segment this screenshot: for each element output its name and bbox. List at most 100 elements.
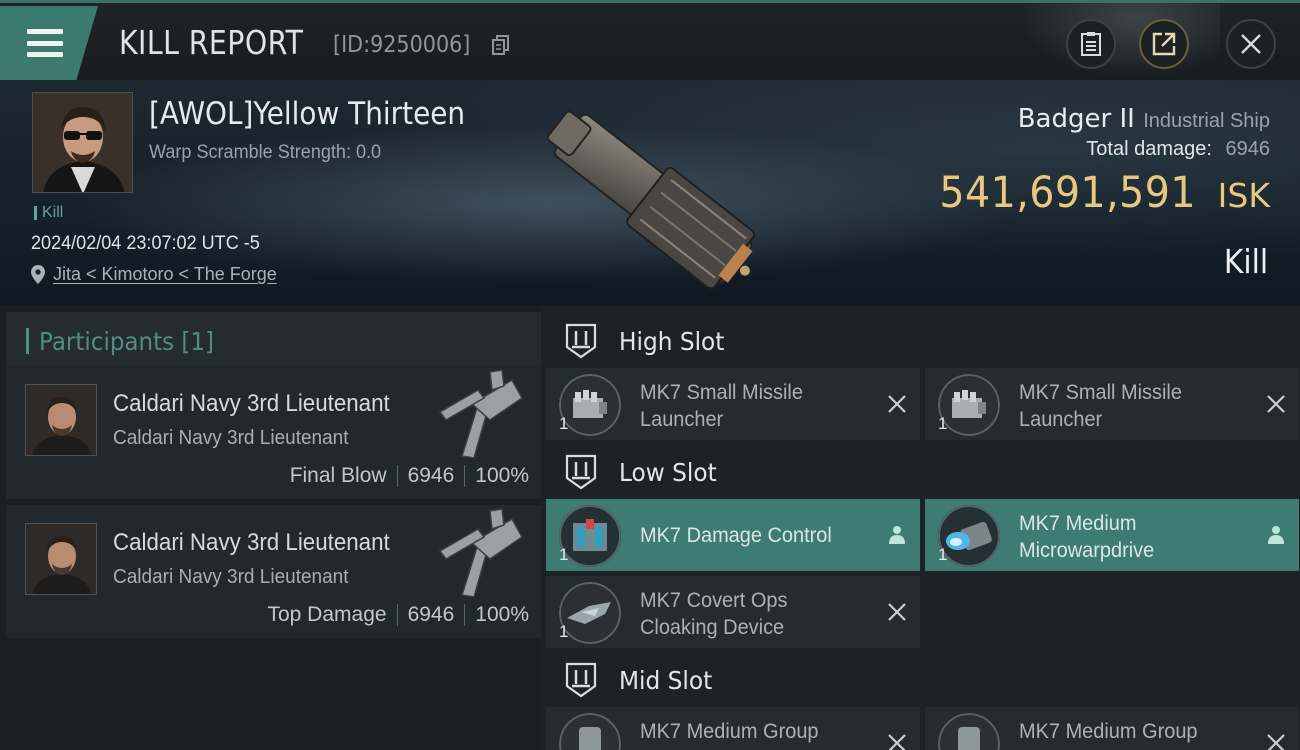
module-quantity: 1 [938, 414, 948, 433]
module-quantity: 1 [559, 414, 569, 433]
isk-unit: ISK [1217, 176, 1270, 215]
participant-damage: 6946 [407, 603, 455, 626]
participant-corp: Caldari Navy 3rd Lieutenant [113, 427, 349, 449]
participants-panel: Participants [1] Caldari Navy 3rd Lieute… [0, 306, 541, 750]
module-name: MK7 Medium Microwarpdrive [1019, 512, 1155, 562]
ship-render-icon [546, 110, 756, 290]
destroyed-icon [888, 603, 906, 621]
kill-location[interactable]: Jita < Kimotoro < The Forge [31, 264, 277, 285]
module-quantity: 1 [559, 545, 569, 564]
total-damage-label: Total damage: [1086, 138, 1212, 160]
destroyed-icon [1267, 734, 1285, 750]
participant-card[interactable]: Caldari Navy 3rd Lieutenant Caldari Navy… [6, 366, 541, 499]
share-button[interactable] [1139, 19, 1189, 69]
participant-role: Top Damage [267, 603, 387, 626]
kill-summary: [AWOL]Yellow Thirteen Warp Scramble Stre… [0, 80, 1300, 306]
clipboard-button[interactable] [1066, 19, 1116, 69]
participant-name: Caldari Navy 3rd Lieutenant [113, 390, 390, 417]
participant-stats: Top Damage 6946 100% [267, 603, 529, 627]
high-slot-title: High Slot [619, 326, 725, 356]
module-tile[interactable]: 1 MK7 Medium Microwarpdrive [925, 499, 1299, 571]
stat-divider [464, 465, 466, 487]
dropped-person-icon [889, 526, 905, 544]
total-damage: Total damage: 6946 [1086, 138, 1270, 161]
tag-accent [34, 206, 37, 220]
top-bar: KILL REPORT [ID:9250006] [0, 0, 1300, 83]
victim-avatar[interactable] [32, 92, 133, 193]
mid-slot-icon [565, 662, 597, 698]
stat-divider [396, 465, 398, 487]
module-quantity: 1 [559, 622, 569, 641]
warp-scramble-strength: Warp Scramble Strength: 0.0 [149, 142, 382, 163]
share-icon [1152, 32, 1176, 56]
kill-type-tag: Kill [34, 204, 63, 222]
participant-avatar[interactable] [25, 384, 97, 456]
kill-datetime: 2024/02/04 23:07:02 UTC -5 [31, 233, 260, 254]
close-icon [1241, 34, 1261, 54]
destroyed-icon [888, 734, 906, 750]
isk-amount: 541,691,591 [938, 168, 1196, 218]
hamburger-icon [27, 29, 63, 57]
stat-divider [464, 604, 466, 626]
participant-portrait-icon [26, 524, 96, 594]
participant-role: Final Blow [289, 464, 387, 487]
participant-ship-icon [438, 508, 523, 597]
ship-info: Badger II Industrial Ship [1018, 104, 1270, 134]
high-slot-header: High Slot [546, 310, 1300, 372]
header-accent [26, 328, 29, 354]
participant-percent: 100% [475, 464, 529, 487]
close-button[interactable] [1226, 19, 1276, 69]
participant-ship-icon [438, 369, 523, 458]
module-tile[interactable]: 1 MK7 Small Missile Launcher [925, 368, 1299, 440]
low-slot-title: Low Slot [619, 457, 717, 487]
location-pin-icon [31, 265, 45, 284]
module-tile[interactable]: 1 MK7 Damage Control [546, 499, 920, 571]
ship-name[interactable]: Badger II [1018, 104, 1135, 134]
participant-avatar[interactable] [25, 523, 97, 595]
participant-portrait-icon [26, 385, 96, 455]
participants-header: Participants [1] [6, 312, 541, 370]
dropped-person-icon [1268, 526, 1284, 544]
ship-class: Industrial Ship [1143, 110, 1270, 132]
total-damage-value: 6946 [1225, 138, 1271, 160]
high-slot-icon [565, 323, 597, 359]
mid-slot-title: Mid Slot [619, 665, 713, 695]
victim-portrait-icon [33, 93, 132, 192]
participant-stats: Final Blow 6946 100% [290, 464, 529, 488]
clipboard-icon [1081, 32, 1101, 56]
module-name: MK7 Medium Group [1019, 720, 1198, 743]
copy-icon[interactable] [492, 35, 510, 55]
participant-corp: Caldari Navy 3rd Lieutenant [113, 566, 349, 588]
mid-slot-header: Mid Slot [546, 649, 1300, 711]
kill-report-screen: KILL REPORT [ID:9250006] [AWOL]Yellow Th… [0, 0, 1300, 750]
participants-title: Participants [1] [39, 326, 215, 356]
module-tile[interactable]: 1 MK7 Medium Group [925, 707, 1299, 750]
module-name: MK7 Damage Control [640, 524, 832, 547]
destroyed-icon [1267, 395, 1285, 413]
module-quantity: 1 [938, 545, 948, 564]
participant-name: Caldari Navy 3rd Lieutenant [113, 529, 390, 556]
shield-module-icon [938, 713, 1000, 750]
location-link[interactable]: Jita < Kimotoro < The Forge [53, 264, 277, 285]
low-slot-header: Low Slot [546, 441, 1300, 503]
victim-name[interactable]: [AWOL]Yellow Thirteen [149, 96, 465, 132]
module-tile[interactable]: 1 MK7 Medium Group [546, 707, 920, 750]
fitting-panel: High Slot 1 MK7 Small Missile Launcher 1… [541, 306, 1300, 750]
participant-card[interactable]: Caldari Navy 3rd Lieutenant Caldari Navy… [6, 505, 541, 638]
shield-module-icon [559, 713, 621, 750]
module-name: MK7 Covert Ops Cloaking Device [640, 589, 788, 639]
stat-divider [396, 604, 398, 626]
module-name: MK7 Small Missile Launcher [640, 381, 803, 431]
module-tile[interactable]: 1 MK7 Small Missile Launcher [546, 368, 920, 440]
kill-id: [ID:9250006] [333, 32, 471, 58]
destroyed-icon [888, 395, 906, 413]
page-title: KILL REPORT [119, 23, 304, 62]
menu-button[interactable] [0, 6, 98, 80]
kill-tag-label: Kill [42, 204, 64, 221]
module-tile[interactable]: 1 MK7 Covert Ops Cloaking Device [546, 576, 920, 648]
module-name: MK7 Medium Group [640, 720, 819, 743]
kill-result: Kill [1223, 242, 1268, 281]
participant-damage: 6946 [407, 464, 455, 487]
module-name: MK7 Small Missile Launcher [1019, 381, 1182, 431]
participant-percent: 100% [475, 603, 529, 626]
